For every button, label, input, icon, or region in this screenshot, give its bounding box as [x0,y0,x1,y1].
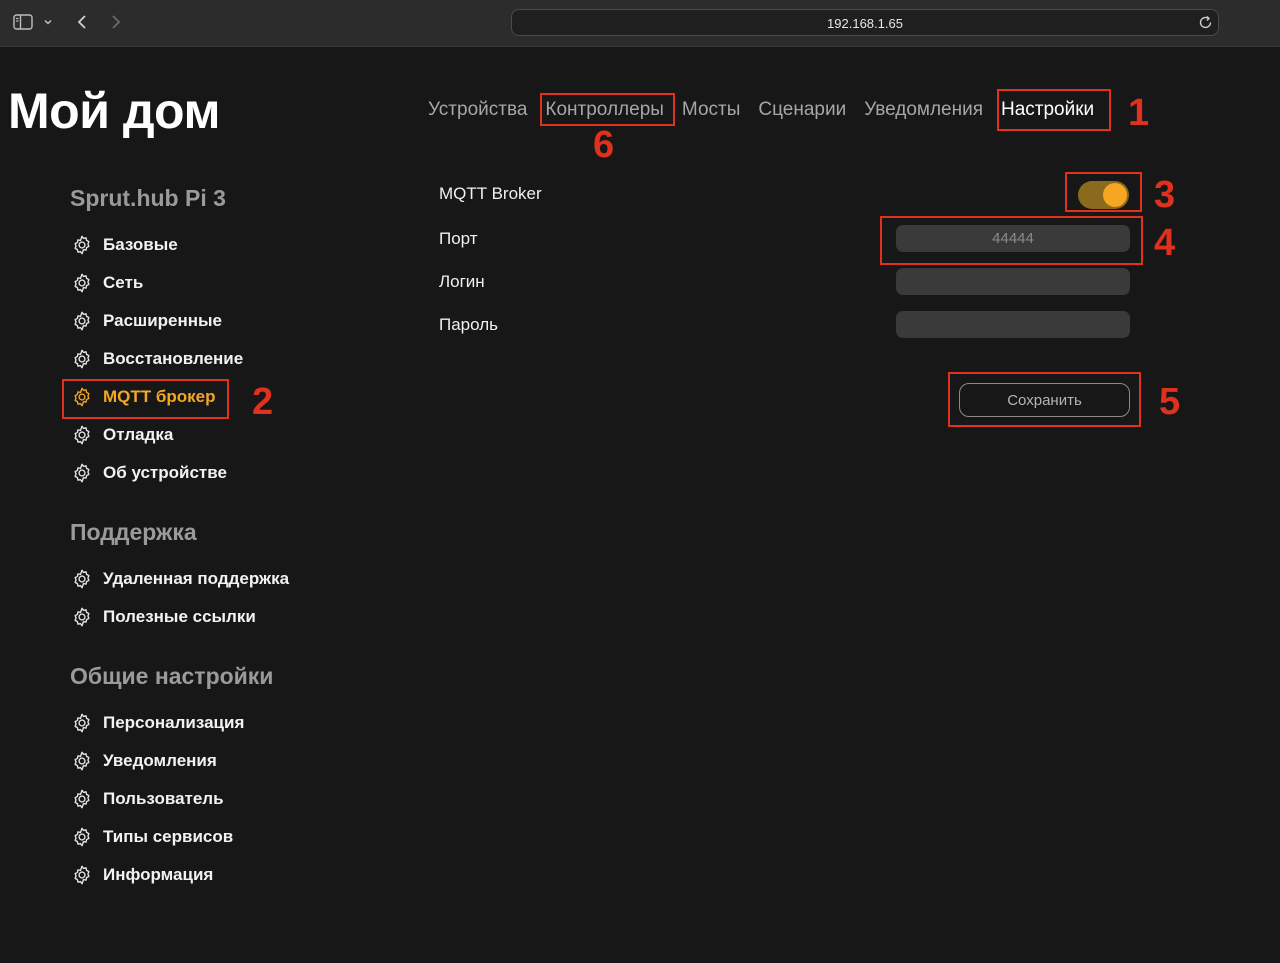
tab-bridges[interactable]: Мосты [673,93,749,127]
gear-icon [70,863,94,887]
reload-icon[interactable] [1198,15,1213,30]
address-url[interactable]: 192.168.1.65 [512,16,1218,31]
sidebar-item-label: Отладка [103,425,174,444]
password-field[interactable] [896,311,1130,338]
sidebar-item-useful-links[interactable]: Полезные ссылки [70,598,370,636]
annotation-box-save [948,372,1141,427]
sidebar-menu-general: Персонализация Уведомления Пользователь … [70,704,370,894]
chevron-down-icon[interactable] [41,10,55,34]
sidebar-item-network[interactable]: Сеть [70,264,370,302]
annotation-number-6: 6 [593,124,615,166]
sidebar-item-label: Удаленная поддержка [103,569,290,588]
sidebar-item-label: Об устройстве [103,463,227,482]
gear-icon [70,825,94,849]
sidebar-toggle-icon[interactable] [12,10,34,34]
gear-icon [70,233,94,257]
annotation-number-3: 3 [1154,174,1176,216]
sidebar-menu-device: Базовые Сеть Расширенные Восстановление … [70,226,370,492]
sidebar-item-debug[interactable]: Отладка [70,416,370,454]
sidebar-item-restore[interactable]: Восстановление [70,340,370,378]
sidebar-item-service-types[interactable]: Типы сервисов [70,818,370,856]
gear-icon [70,787,94,811]
annotation-number-5: 5 [1159,381,1181,423]
mqtt-broker-label: MQTT Broker [439,184,542,203]
sidebar-item-information[interactable]: Информация [70,856,370,894]
annotation-number-1: 1 [1128,92,1150,134]
tab-notifications[interactable]: Уведомления [855,93,992,127]
sidebar-menu-support: Удаленная поддержка Полезные ссылки [70,560,370,636]
annotation-number-4: 4 [1154,222,1176,264]
login-label: Логин [439,272,485,291]
gear-icon [70,347,94,371]
password-label: Пароль [439,315,498,334]
sidebar-item-about-device[interactable]: Об устройстве [70,454,370,492]
sidebar-item-basic[interactable]: Базовые [70,226,370,264]
gear-icon [70,567,94,591]
sidebar-section-title-support: Поддержка [70,519,197,545]
sidebar-item-personalization[interactable]: Персонализация [70,704,370,742]
sidebar-item-label: Сеть [103,273,144,292]
address-bar[interactable]: 192.168.1.65 [511,9,1219,36]
forward-icon[interactable] [106,10,126,34]
sidebar-item-label: Типы сервисов [103,827,234,846]
annotation-number-2: 2 [252,381,274,423]
gear-icon [70,711,94,735]
sidebar: Sprut.hub Pi 3 Базовые Сеть Расширенные … [70,180,370,916]
sidebar-item-label: Уведомления [103,751,217,770]
annotation-box-controllers-tab [540,93,675,126]
gear-icon [70,423,94,447]
gear-icon [70,309,94,333]
page-title: Мой дом [8,83,220,139]
back-icon[interactable] [72,10,92,34]
annotation-box-mqtt-item [62,379,229,419]
sidebar-item-label: Полезные ссылки [103,607,256,626]
sidebar-item-advanced[interactable]: Расширенные [70,302,370,340]
sidebar-item-label: Информация [103,865,214,884]
annotation-box-port [880,216,1143,265]
sidebar-item-label: Базовые [103,235,178,254]
port-label: Порт [439,229,478,248]
gear-icon [70,461,94,485]
sidebar-item-user[interactable]: Пользователь [70,780,370,818]
sidebar-item-notifications[interactable]: Уведомления [70,742,370,780]
sidebar-item-label: Расширенные [103,311,222,330]
sidebar-section-title-general: Общие настройки [70,663,274,689]
sidebar-item-remote-support[interactable]: Удаленная поддержка [70,560,370,598]
annotation-box-settings-tab [997,89,1111,131]
tab-scenarios[interactable]: Сценарии [749,93,855,127]
sidebar-section-title-device: Sprut.hub Pi 3 [70,185,226,211]
gear-icon [70,271,94,295]
gear-icon [70,749,94,773]
browser-toolbar: 192.168.1.65 [0,0,1280,47]
sidebar-item-label: Пользователь [103,789,224,808]
annotation-box-toggle [1065,172,1142,212]
sidebar-item-label: Персонализация [103,713,245,732]
sidebar-item-label: Восстановление [103,349,244,368]
login-field[interactable] [896,268,1130,295]
gear-icon [70,605,94,629]
tab-devices[interactable]: Устройства [419,93,536,127]
